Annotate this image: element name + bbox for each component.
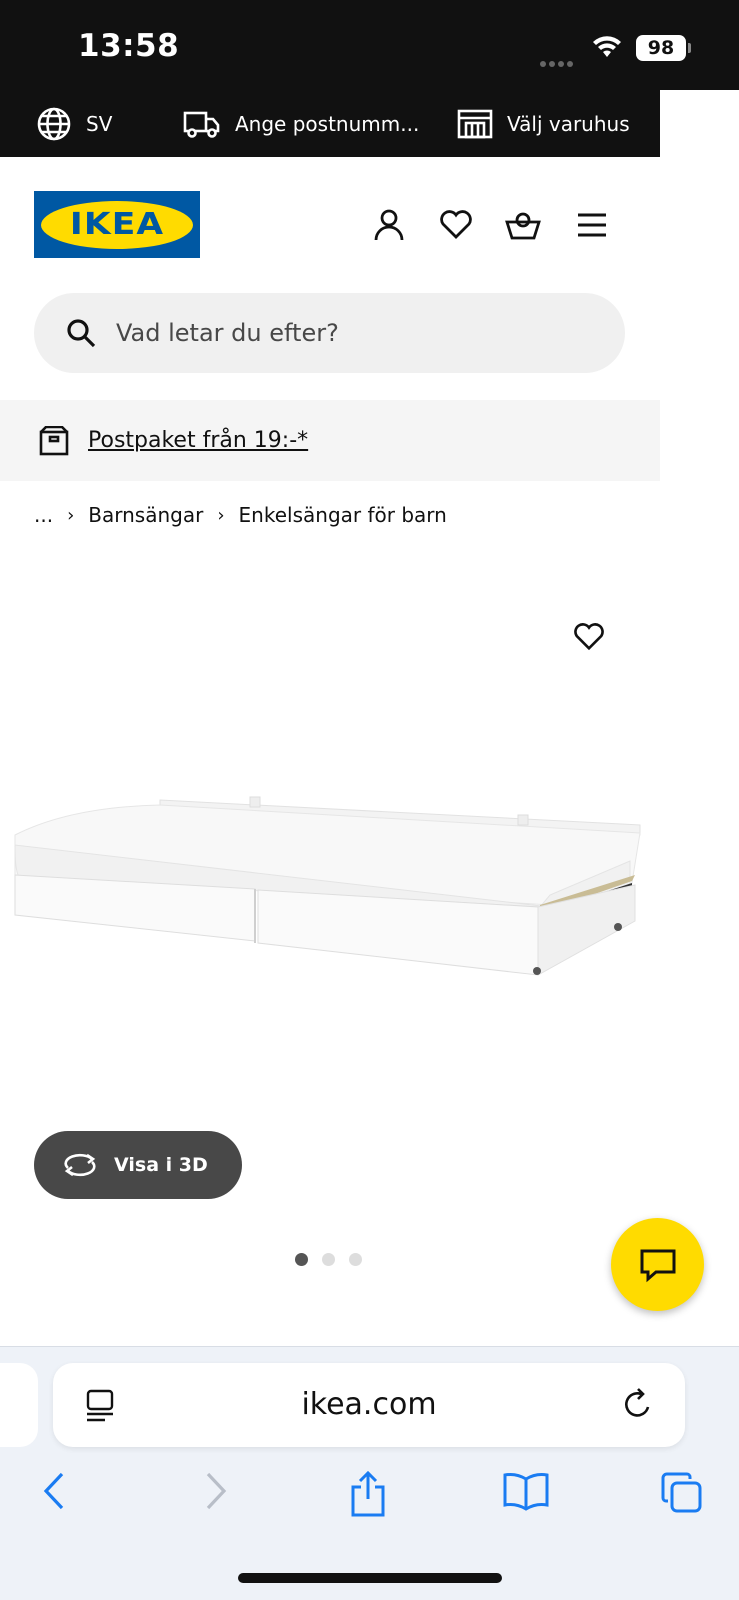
postal-code-label: Ange postnumm... (235, 111, 420, 136)
product-image[interactable] (10, 795, 650, 995)
search-input[interactable] (116, 319, 556, 347)
hamburger-menu-icon (578, 213, 606, 237)
ikea-logo[interactable]: IKEA (34, 191, 200, 258)
utility-bar: SV Ange postnumm... Välj varuhus (0, 90, 660, 157)
tabs-icon[interactable] (660, 1471, 704, 1515)
gallery-pagination (295, 1253, 376, 1266)
url-text: ikea.com (301, 1387, 437, 1422)
heart-icon (440, 210, 472, 239)
store-selector[interactable]: Välj varuhus (457, 90, 630, 157)
cart-button[interactable] (503, 205, 543, 245)
globe-icon (37, 107, 71, 140)
chat-bubble-icon (640, 1249, 675, 1282)
language-selector[interactable]: SV (36, 90, 112, 157)
view-in-3d-button[interactable]: Visa i 3D (34, 1131, 242, 1199)
menu-button[interactable] (572, 205, 612, 245)
chevron-right-icon: › (217, 504, 225, 526)
favourites-button[interactable] (436, 205, 476, 245)
home-indicator (238, 1573, 502, 1583)
status-bar: 13:58 98 (0, 0, 739, 90)
bookmarks-icon[interactable] (502, 1471, 550, 1511)
store-label: Välj varuhus (507, 111, 630, 136)
parcel-icon (39, 425, 69, 455)
battery-tip (688, 43, 691, 53)
language-label: SV (86, 111, 113, 136)
address-bar[interactable]: ikea.com (53, 1363, 685, 1447)
gallery-dot[interactable] (349, 1253, 362, 1266)
status-time: 13:58 (78, 28, 180, 64)
store-icon (457, 109, 493, 138)
breadcrumb: ... › Barnsängar › Enkelsängar för barn (34, 503, 447, 527)
reload-icon[interactable] (621, 1387, 653, 1421)
postal-code-selector[interactable]: Ange postnumm... (183, 90, 419, 157)
gallery-dot[interactable] (322, 1253, 335, 1266)
logo-oval: IKEA (41, 200, 193, 249)
promo-banner: Postpaket från 19:-* (0, 400, 660, 481)
rotate-3d-icon (64, 1153, 96, 1177)
previous-tab-preview[interactable] (0, 1363, 38, 1447)
search-bar[interactable] (34, 293, 625, 373)
battery-indicator: 98 (636, 35, 686, 61)
wifi-icon (593, 36, 621, 57)
promo-link[interactable]: Postpaket från 19:-* (88, 428, 308, 453)
user-icon (374, 209, 404, 241)
page-right-margin (660, 90, 739, 1340)
chevron-right-icon: › (67, 504, 75, 526)
account-button[interactable] (369, 205, 409, 245)
logo-text: IKEA (69, 207, 165, 242)
truck-icon (183, 111, 220, 138)
breadcrumb-ellipsis[interactable]: ... (34, 503, 53, 527)
share-icon[interactable] (348, 1471, 388, 1517)
breadcrumb-item[interactable]: Enkelsängar för barn (239, 503, 447, 527)
chat-button[interactable] (611, 1218, 704, 1311)
heart-icon (574, 623, 604, 651)
browser-toolbar: ikea.com (0, 1346, 739, 1600)
cellular-signal-icon (540, 52, 576, 71)
back-arrow-icon[interactable] (40, 1471, 70, 1511)
view-in-3d-label: Visa i 3D (114, 1154, 208, 1176)
forward-arrow-icon[interactable] (200, 1471, 230, 1511)
basket-icon (505, 212, 541, 240)
product-favourite-button[interactable] (573, 622, 605, 656)
gallery-dot[interactable] (295, 1253, 308, 1266)
search-icon (67, 319, 96, 348)
breadcrumb-item[interactable]: Barnsängar (88, 503, 203, 527)
